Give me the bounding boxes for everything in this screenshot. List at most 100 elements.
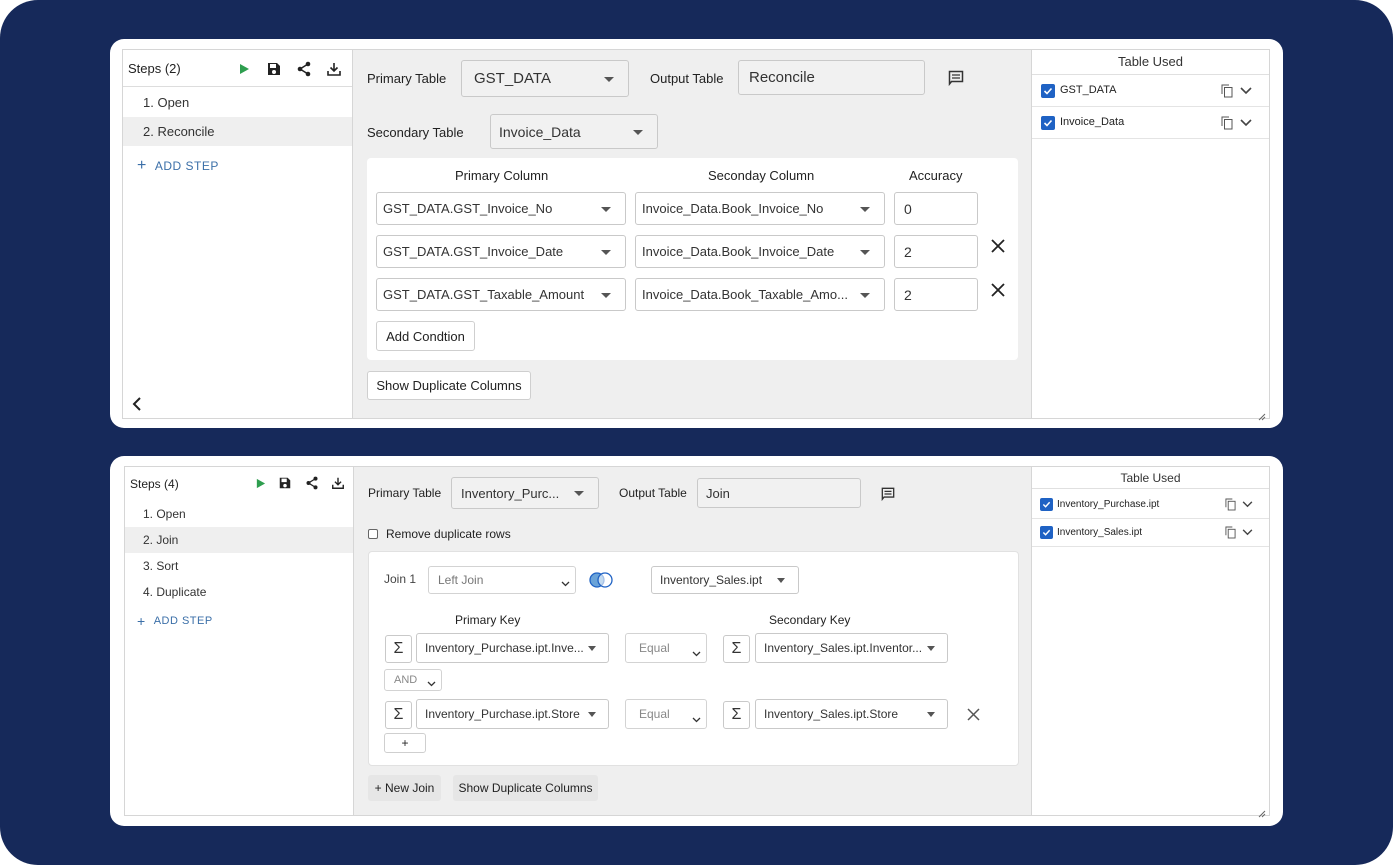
table-checkbox[interactable] — [1041, 84, 1055, 98]
secondary-column-select[interactable]: Invoice_Data.Book_Invoice_Date — [635, 235, 885, 268]
table-used-panel: Table Used Inventory_Purchase.ipt Invent… — [1031, 467, 1269, 818]
table-used-title: Table Used — [1032, 50, 1269, 75]
chevron-down-icon — [860, 250, 870, 255]
chevron-down-icon[interactable] — [1239, 84, 1253, 98]
remove-condition-close-icon[interactable] — [990, 282, 1006, 298]
accuracy-input[interactable]: 2 — [894, 235, 978, 268]
join-type-select[interactable]: Left Join — [428, 566, 576, 594]
download-icon[interactable] — [330, 475, 346, 491]
accuracy-input[interactable]: 2 — [894, 278, 978, 311]
step-item-join[interactable]: 2. Join — [125, 527, 353, 553]
chevron-down-icon[interactable] — [1241, 498, 1254, 511]
download-icon[interactable] — [325, 60, 343, 78]
output-table-input[interactable]: Reconcile — [738, 60, 925, 95]
primary-table-select[interactable]: Inventory_Purc... — [451, 477, 599, 509]
sigma-icon[interactable]: Σ — [385, 635, 412, 663]
connector-select[interactable]: AND — [384, 669, 442, 691]
add-condition-button[interactable]: Add Condtion — [376, 321, 475, 351]
accuracy-value: 0 — [904, 200, 912, 217]
copy-icon[interactable] — [1224, 526, 1237, 539]
primary-table-value: Inventory_Purc... — [461, 485, 560, 501]
remove-key-close-icon[interactable] — [967, 708, 980, 721]
step-item-open[interactable]: 1. Open — [123, 87, 352, 117]
chevron-down-icon[interactable] — [1241, 526, 1254, 539]
secondary-key-select[interactable]: Inventory_Sales.ipt.Inventor... — [755, 633, 948, 663]
resize-handle-icon[interactable] — [1258, 805, 1266, 818]
primary-key-select[interactable]: Inventory_Purchase.ipt.Inve... — [416, 633, 609, 663]
remove-condition-close-icon[interactable] — [990, 238, 1006, 254]
secondary-table-select[interactable]: Invoice_Data — [490, 114, 658, 149]
output-table-label: Output Table — [619, 486, 687, 500]
step-item-sort[interactable]: 3. Sort — [125, 553, 353, 579]
steps-title: Steps (4) — [130, 477, 179, 491]
steps-panel: Steps (2) 1. Open 2. Reconcile + ADD STE… — [123, 50, 353, 418]
accuracy-input[interactable]: 0 — [894, 192, 978, 225]
copy-icon[interactable] — [1220, 116, 1234, 130]
secondary-column-value: Invoice_Data.Book_Invoice_No — [642, 201, 824, 216]
copy-icon[interactable] — [1220, 84, 1234, 98]
table-used-panel: Table Used GST_DATA Invoice_Data — [1031, 50, 1269, 421]
add-key-label: + — [401, 736, 409, 750]
copy-icon[interactable] — [1224, 498, 1237, 511]
primary-table-select[interactable]: GST_DATA — [461, 60, 629, 97]
chevron-down-icon — [692, 712, 701, 726]
collapse-chevron-left-icon[interactable] — [129, 396, 145, 412]
resize-handle-icon[interactable] — [1258, 408, 1266, 421]
secondary-key-select[interactable]: Inventory_Sales.ipt.Store — [755, 699, 948, 729]
save-icon[interactable] — [265, 60, 283, 78]
remove-duplicate-checkbox[interactable] — [368, 529, 378, 539]
chevron-down-icon — [601, 293, 611, 298]
table-checkbox[interactable] — [1040, 498, 1053, 511]
table-checkbox[interactable] — [1041, 116, 1055, 130]
show-duplicate-columns-button[interactable]: Show Duplicate Columns — [367, 371, 531, 400]
operator-value: Equal — [639, 707, 670, 721]
secondary-column-select[interactable]: Invoice_Data.Book_Invoice_No — [635, 192, 885, 225]
add-key-button[interactable]: + — [384, 733, 426, 753]
comment-icon[interactable] — [880, 486, 896, 502]
new-join-button[interactable]: + New Join — [368, 775, 441, 801]
sigma-icon[interactable]: Σ — [385, 701, 412, 729]
output-table-input[interactable]: Join — [697, 478, 861, 508]
chevron-down-icon[interactable] — [1239, 116, 1253, 130]
chevron-down-icon — [561, 576, 570, 590]
venn-join-icon[interactable] — [586, 571, 616, 589]
save-icon[interactable] — [277, 475, 293, 491]
primary-table-label: Primary Table — [368, 486, 442, 500]
show-duplicate-columns-button[interactable]: Show Duplicate Columns — [453, 775, 598, 801]
step-item-reconcile[interactable]: 2. Reconcile — [123, 117, 352, 146]
secondary-column-select[interactable]: Invoice_Data.Book_Taxable_Amo... — [635, 278, 885, 311]
plus-icon: + — [137, 157, 147, 174]
join-table-select[interactable]: Inventory_Sales.ipt — [651, 566, 799, 594]
join-panel: Join 1 Left Join Inventory_Sales.ipt Pri… — [368, 551, 1019, 766]
operator-select[interactable]: Equal — [625, 633, 707, 663]
table-checkbox[interactable] — [1040, 526, 1053, 539]
show-duplicate-columns-label: Show Duplicate Columns — [376, 378, 522, 393]
operator-value: Equal — [639, 641, 670, 655]
sigma-icon[interactable]: Σ — [723, 701, 750, 729]
table-name: GST_DATA — [1060, 84, 1117, 96]
run-icon[interactable] — [253, 476, 267, 490]
share-icon[interactable] — [295, 60, 313, 78]
reconcile-config: Primary Table GST_DATA Output Table Reco… — [353, 50, 1032, 418]
sigma-icon[interactable]: Σ — [723, 635, 750, 663]
step-item-open[interactable]: 1. Open — [125, 501, 353, 527]
steps-header: Steps (4) — [125, 467, 353, 499]
operator-select[interactable]: Equal — [625, 699, 707, 729]
share-icon[interactable] — [304, 475, 320, 491]
step-item-duplicate[interactable]: 4. Duplicate — [125, 579, 353, 605]
primary-column-select[interactable]: GST_DATA.GST_Invoice_No — [376, 192, 626, 225]
comment-icon[interactable] — [947, 69, 965, 87]
primary-key-select[interactable]: Inventory_Purchase.ipt.Store — [416, 699, 609, 729]
chevron-down-icon — [588, 646, 596, 651]
run-icon[interactable] — [236, 61, 252, 77]
join-type-value: Left Join — [438, 573, 484, 587]
conditions-panel: Primary Column Seconday Column Accuracy … — [367, 158, 1018, 360]
add-step-button[interactable]: + ADD STEP — [137, 157, 219, 175]
add-condition-label: Add Condtion — [386, 328, 465, 344]
table-name: Inventory_Sales.ipt — [1057, 527, 1143, 538]
add-step-button[interactable]: + ADD STEP — [137, 613, 213, 629]
primary-column-select[interactable]: GST_DATA.GST_Taxable_Amount — [376, 278, 626, 311]
chevron-down-icon — [604, 77, 614, 82]
primary-column-select[interactable]: GST_DATA.GST_Invoice_Date — [376, 235, 626, 268]
new-join-label: + New Join — [374, 781, 435, 795]
